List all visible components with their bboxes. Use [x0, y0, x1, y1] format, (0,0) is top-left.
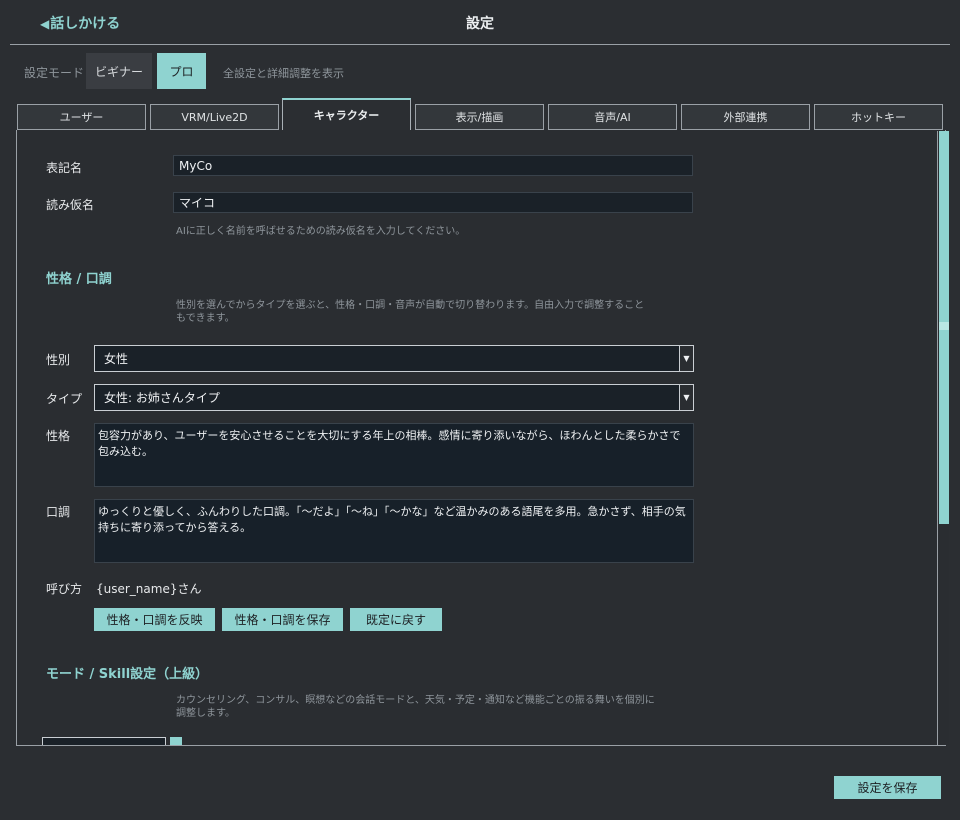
- mode-beginner-button[interactable]: ビギナー: [86, 53, 152, 89]
- tab-character[interactable]: キャラクター: [282, 98, 411, 130]
- personality-label: 性格: [46, 429, 71, 443]
- mode-skill-select[interactable]: [42, 737, 166, 745]
- personality-hint-line1: 性別を選んでからタイプを選ぶと、性格・口調・音声が自動で切り替わります。自由入力…: [176, 300, 645, 311]
- tone-textarea[interactable]: ゆっくりと優しく、ふんわりした口調。「〜だよ」「〜ね」「〜かな」など温かみのある…: [94, 499, 694, 563]
- mode-pro-button[interactable]: プロ: [157, 53, 206, 89]
- type-value: 女性: お姉さんタイプ: [104, 391, 220, 405]
- gender-label: 性別: [46, 353, 71, 367]
- apply-personality-button[interactable]: 性格・口調を反映: [94, 608, 215, 631]
- personality-textarea[interactable]: 包容力があり、ユーザーを安心させることを大切にする年上の相棒。感情に寄り添いなが…: [94, 423, 694, 487]
- page-title: 設定: [466, 16, 494, 32]
- call-name-value[interactable]: {user_name}さん: [96, 580, 201, 597]
- display-name-label: 表記名: [46, 161, 83, 175]
- reading-input[interactable]: [173, 192, 693, 213]
- mode-skill-hint-line1: カウンセリング、コンサル、瞑想などの会話モードと、天気・予定・通知など機能ごとの…: [176, 695, 655, 706]
- chevron-down-icon[interactable]: ▼: [679, 346, 693, 371]
- tab-display[interactable]: 表示/描画: [415, 104, 544, 130]
- mode-description: 全設定と詳細調整を表示: [223, 67, 344, 80]
- reset-personality-button[interactable]: 既定に戻す: [350, 608, 442, 631]
- scrollbar-grip[interactable]: [939, 322, 949, 330]
- reading-hint: AIに正しく名前を呼ばせるための読み仮名を入力してください。: [176, 226, 466, 237]
- type-select[interactable]: 女性: お姉さんタイプ ▼: [94, 384, 694, 411]
- call-name-label: 呼び方: [46, 582, 83, 596]
- gender-value: 女性: [104, 352, 129, 366]
- gender-select[interactable]: 女性 ▼: [94, 345, 694, 372]
- mode-skill-section-title: モード / Skill設定（上級）: [46, 667, 209, 682]
- save-personality-button[interactable]: 性格・口調を保存: [222, 608, 343, 631]
- tab-hotkey[interactable]: ホットキー: [814, 104, 943, 130]
- tone-label: 口調: [46, 505, 71, 519]
- tab-vrm-live2d[interactable]: VRM/Live2D: [150, 104, 279, 130]
- personality-hint-line2: もできます。: [176, 313, 235, 324]
- header-divider: [10, 44, 950, 45]
- type-label: タイプ: [46, 392, 83, 406]
- display-name-input[interactable]: [173, 155, 693, 176]
- tab-voice-ai[interactable]: 音声/AI: [548, 104, 677, 130]
- mode-label: 設定モード: [24, 66, 85, 80]
- reading-label: 読み仮名: [46, 198, 95, 212]
- save-settings-button[interactable]: 設定を保存: [834, 776, 941, 799]
- personality-section-title: 性格 / 口調: [46, 272, 112, 287]
- tab-user[interactable]: ユーザー: [17, 104, 146, 130]
- mode-skill-toggle[interactable]: [170, 737, 182, 745]
- mode-skill-hint-line2: 調整します。: [176, 708, 235, 719]
- chevron-down-icon[interactable]: ▼: [679, 385, 693, 410]
- tab-external[interactable]: 外部連携: [681, 104, 810, 130]
